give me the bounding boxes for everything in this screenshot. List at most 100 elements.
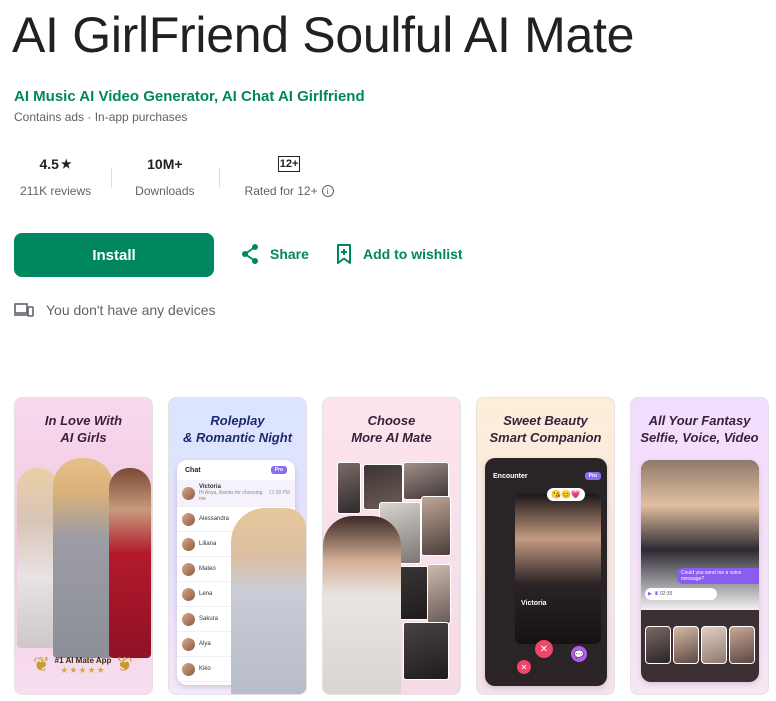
encounter-phone-mock: Encounter Pro 😘😊💗 Victoria ✕ 💬 ✕ (485, 458, 607, 686)
rating-value: 4.5 (39, 156, 59, 172)
girl-figure (109, 468, 151, 658)
award-badge: ❦ #1 AI Mate App ★★★★★ ❦ (33, 650, 133, 684)
media-phone-mock: Could you send me a voice message? ▶ ıll… (641, 460, 759, 682)
contact-name: Alessandra (199, 516, 230, 522)
caption-line: & Romantic Night (182, 430, 293, 445)
wishlist-label: Add to wishlist (363, 246, 463, 262)
contact-name: Sakura (199, 616, 219, 622)
contact-name: Liliana (199, 541, 217, 547)
gallery-thumb[interactable] (729, 626, 755, 664)
message-time: 17:38 PM (268, 490, 290, 496)
device-notice: You don't have any devices (14, 302, 216, 318)
contact-name: Alya (199, 641, 211, 647)
caption-line: Smart Companion (489, 430, 602, 445)
caption-line: Sweet Beauty (503, 413, 588, 428)
avatar (182, 637, 195, 651)
chat-button[interactable]: 💬 (571, 646, 587, 662)
girl-figure (231, 508, 306, 694)
caption-line: All Your Fantasy (648, 413, 751, 428)
ads-purchases-note: Contains ads · In-app purchases (14, 110, 188, 124)
mate-thumbnail (427, 564, 451, 624)
avatar (182, 537, 195, 551)
content-rating-label: Rated for 12+ (244, 184, 318, 198)
share-button[interactable]: Share (240, 243, 309, 265)
caption-line: In Love With (44, 413, 123, 428)
caption-line: AI Girls (60, 430, 107, 445)
content-rating-label-wrap: Rated for 12+ i (245, 184, 334, 198)
gallery-thumb[interactable] (645, 626, 671, 664)
waveform-icon: ıllıılıl (654, 591, 658, 597)
laurel-left-icon: ❦ (33, 654, 50, 676)
developer-link[interactable]: AI Music AI Video Generator, AI Chat AI … (14, 88, 365, 105)
screenshot-caption: Choose More AI Mate (323, 412, 460, 446)
app-title: AI GirlFriend Soulful AI Mate (12, 7, 635, 63)
pro-badge: Pro (584, 472, 601, 480)
reviews-count: 211K reviews (20, 184, 92, 198)
mate-thumbnail (403, 622, 449, 680)
emoji-bubble: 😘😊💗 (547, 488, 585, 501)
chat-row-text: Victoria Hi Anya, thanks for choosing me (199, 484, 265, 502)
stats-row: 4.5 ★ 211K reviews 10M+ Downloads 12+ Rat… (0, 156, 360, 200)
wishlist-button[interactable]: Add to wishlist (335, 243, 463, 265)
mate-thumbnail (421, 496, 451, 556)
profile-card (515, 494, 601, 644)
bookmark-add-icon (337, 244, 351, 264)
downloads-label: Downloads (135, 184, 195, 198)
encounter-title: Encounter (493, 472, 528, 480)
caption-line: More AI Mate (351, 430, 432, 445)
voice-message[interactable]: ▶ ıllıılıl 02:35 (645, 588, 717, 600)
share-icon (242, 244, 258, 264)
contact-name: Lena (199, 591, 213, 597)
close-button[interactable]: ✕ (517, 660, 531, 674)
screenshot-caption: Sweet Beauty Smart Companion (477, 412, 614, 446)
avatar (182, 662, 195, 676)
caption-line: Choose (367, 413, 416, 428)
screenshot-3[interactable]: Choose More AI Mate (322, 397, 461, 695)
avatar (182, 562, 195, 576)
screenshot-4[interactable]: Sweet Beauty Smart Companion Encounter P… (476, 397, 615, 695)
caption-line: Selfie, Voice, Video (640, 430, 759, 445)
screenshot-5[interactable]: All Your Fantasy Selfie, Voice, Video Co… (630, 397, 769, 695)
install-button[interactable]: Install (14, 233, 214, 277)
star-icon: ★ (60, 157, 72, 171)
avatar (182, 612, 195, 626)
voice-duration: 02:35 (659, 591, 673, 597)
chat-row: Victoria Hi Anya, thanks for choosing me… (177, 480, 295, 507)
screenshot-carousel[interactable]: In Love With AI Girls ❦ #1 AI Mate App ★… (14, 397, 769, 695)
caption-line: Roleplay (210, 413, 265, 428)
contact-name: Mateo (199, 566, 216, 572)
girl-figure (323, 516, 401, 694)
mate-thumbnail (337, 462, 361, 514)
chat-header: Chat Pro (177, 460, 295, 480)
chat-title: Chat (185, 466, 201, 474)
screenshot-caption: All Your Fantasy Selfie, Voice, Video (631, 412, 768, 446)
rating-stat[interactable]: 4.5 ★ 211K reviews (0, 156, 111, 198)
last-message: Hi Anya, thanks for choosing me (199, 490, 263, 502)
screenshot-2[interactable]: Roleplay & Romantic Night Chat Pro Victo… (168, 397, 307, 695)
age-rating-badge: 12+ (277, 156, 301, 172)
laurel-right-icon: ❦ (116, 654, 133, 676)
dislike-button[interactable]: ✕ (535, 640, 553, 658)
devices-text: You don't have any devices (46, 302, 216, 318)
downloads-stat: 10M+ Downloads (111, 156, 218, 198)
pro-badge: Pro (270, 466, 287, 474)
info-icon[interactable]: i (321, 185, 334, 197)
mate-thumbnail (403, 462, 449, 500)
gallery-thumb[interactable] (673, 626, 699, 664)
message-bubble: Could you send me a voice message? (677, 568, 759, 584)
age-badge-wrap: 12+ (277, 156, 301, 172)
screenshot-1[interactable]: In Love With AI Girls ❦ #1 AI Mate App ★… (14, 397, 153, 695)
share-label: Share (270, 246, 309, 262)
avatar (182, 512, 195, 526)
contact-name: Kiko (199, 666, 211, 672)
screenshot-caption: Roleplay & Romantic Night (169, 412, 306, 446)
content-rating-stat[interactable]: 12+ Rated for 12+ i (218, 156, 360, 198)
devices-icon (14, 303, 34, 317)
avatar (182, 587, 195, 601)
girl-figure (53, 458, 113, 658)
gallery-thumb[interactable] (701, 626, 727, 664)
avatar (182, 486, 195, 500)
profile-name: Victoria (521, 600, 547, 607)
encounter-header: Encounter Pro (485, 458, 607, 484)
screenshot-caption: In Love With AI Girls (15, 412, 152, 446)
